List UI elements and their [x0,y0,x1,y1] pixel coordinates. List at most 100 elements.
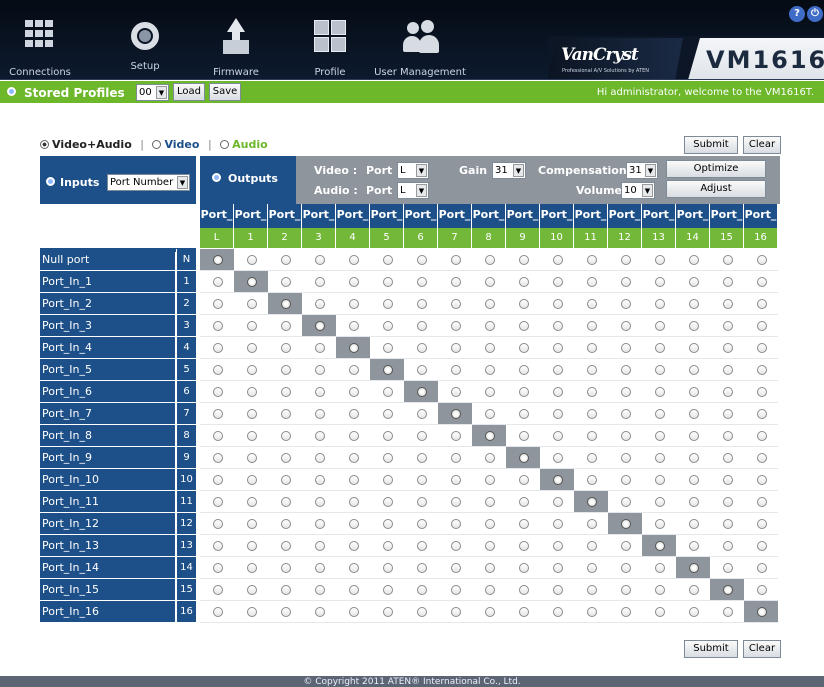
connection-radio[interactable] [485,497,495,507]
connection-radio[interactable] [485,365,495,375]
submit-button-bottom[interactable]: Submit [684,640,738,658]
connection-radio[interactable] [315,563,325,573]
connection-radio[interactable] [451,277,461,287]
connection-radio[interactable] [383,497,393,507]
connection-radio[interactable] [213,585,223,595]
connection-radio[interactable] [485,563,495,573]
connection-radio[interactable] [723,255,733,265]
connection-radio[interactable] [485,585,495,595]
connection-radio[interactable] [655,497,665,507]
connection-radio[interactable] [349,519,359,529]
connection-radio[interactable] [757,585,767,595]
inputs-sort-select[interactable]: Port Number ▼ [107,174,190,191]
connection-radio[interactable] [383,277,393,287]
connection-radio[interactable] [451,321,461,331]
connection-radio-selected[interactable] [621,519,631,529]
connection-radio[interactable] [553,299,563,309]
connection-radio[interactable] [315,255,325,265]
connection-radio[interactable] [213,541,223,551]
connection-radio[interactable] [587,453,597,463]
connection-radio[interactable] [417,277,427,287]
connection-radio[interactable] [349,409,359,419]
connection-radio[interactable] [417,585,427,595]
connection-radio[interactable] [757,365,767,375]
connection-radio[interactable] [383,541,393,551]
connection-radio[interactable] [485,519,495,529]
connection-radio[interactable] [281,277,291,287]
connection-radio[interactable] [451,563,461,573]
connection-radio[interactable] [485,277,495,287]
connection-radio[interactable] [349,431,359,441]
connection-radio[interactable] [689,409,699,419]
logout-icon[interactable]: ⏻ [807,6,823,22]
adjust-button[interactable]: Adjust [666,180,766,198]
connection-radio[interactable] [723,607,733,617]
connection-radio[interactable] [213,409,223,419]
connection-radio[interactable] [689,299,699,309]
connection-radio[interactable] [247,453,257,463]
save-button[interactable]: Save [209,83,241,101]
connection-radio[interactable] [655,519,665,529]
connection-radio[interactable] [417,431,427,441]
connection-radio[interactable] [553,519,563,529]
connection-radio[interactable] [553,387,563,397]
connection-radio[interactable] [689,541,699,551]
connection-radio[interactable] [587,321,597,331]
connection-radio[interactable] [655,563,665,573]
connection-radio[interactable] [247,519,257,529]
connection-radio[interactable] [689,321,699,331]
connection-radio[interactable] [519,299,529,309]
connection-radio[interactable] [485,475,495,485]
connection-radio[interactable] [451,497,461,507]
connection-radio[interactable] [213,497,223,507]
connection-radio-selected[interactable] [485,431,495,441]
connection-radio[interactable] [349,365,359,375]
connection-radio[interactable] [757,343,767,353]
connection-radio[interactable] [417,541,427,551]
connection-radio[interactable] [315,497,325,507]
connection-radio[interactable] [553,541,563,551]
connection-radio[interactable] [655,321,665,331]
connection-radio-selected[interactable] [315,321,325,331]
connection-radio[interactable] [621,409,631,419]
connection-radio[interactable] [247,387,257,397]
connection-radio[interactable] [757,431,767,441]
connection-radio[interactable] [349,453,359,463]
connection-radio[interactable] [451,387,461,397]
connection-radio[interactable] [247,475,257,485]
connection-radio[interactable] [417,475,427,485]
connection-radio[interactable] [315,431,325,441]
connection-radio[interactable] [281,541,291,551]
connection-radio[interactable] [621,321,631,331]
connection-radio[interactable] [485,321,495,331]
connection-radio[interactable] [519,387,529,397]
connection-radio[interactable] [655,343,665,353]
connection-radio[interactable] [553,607,563,617]
connection-radio[interactable] [213,563,223,573]
connection-radio[interactable] [587,255,597,265]
connection-radio[interactable] [587,277,597,287]
connection-radio[interactable] [315,365,325,375]
connection-radio[interactable] [349,321,359,331]
connection-radio[interactable] [621,365,631,375]
connection-radio[interactable] [213,277,223,287]
connection-radio-selected[interactable] [451,409,461,419]
connection-radio[interactable] [485,299,495,309]
connection-radio[interactable] [723,277,733,287]
connection-radio[interactable] [315,475,325,485]
connection-radio[interactable] [621,431,631,441]
connection-radio[interactable] [383,409,393,419]
connection-radio[interactable] [553,453,563,463]
connection-radio[interactable] [451,299,461,309]
connection-radio[interactable] [553,497,563,507]
connection-radio[interactable] [757,409,767,419]
connection-radio[interactable] [417,607,427,617]
submit-button-top[interactable]: Submit [684,136,738,154]
connection-radio[interactable] [247,497,257,507]
connection-radio[interactable] [519,475,529,485]
connection-radio[interactable] [723,475,733,485]
connection-radio[interactable] [723,409,733,419]
nav-firmware[interactable]: Firmware [201,4,271,78]
connection-radio[interactable] [383,563,393,573]
connection-radio[interactable] [621,343,631,353]
